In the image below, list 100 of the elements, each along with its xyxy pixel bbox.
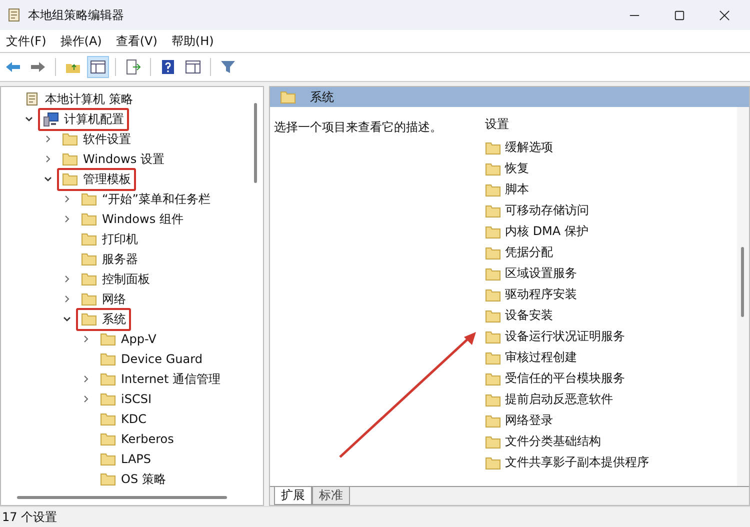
list-item[interactable]: 设备安装: [479, 305, 737, 326]
chevron-icon[interactable]: [24, 114, 34, 124]
tree-item[interactable]: LAPS: [95, 448, 156, 470]
export-icon: [125, 59, 141, 75]
folder-icon: [81, 271, 97, 287]
tree-item[interactable]: 控制面板: [76, 268, 155, 290]
chevron-icon[interactable]: [43, 174, 53, 184]
tree-item[interactable]: 打印机: [76, 228, 143, 250]
tree-item[interactable]: iSCSI: [95, 388, 156, 410]
folder-icon: [81, 291, 97, 307]
column-header[interactable]: 设置: [479, 107, 737, 137]
maximize-icon[interactable]: [674, 10, 685, 20]
chevron-icon[interactable]: [81, 334, 91, 344]
scrollbar[interactable]: [741, 247, 744, 317]
list-item[interactable]: 设备运行状况证明服务: [479, 326, 737, 347]
tree-item[interactable]: Device Guard: [95, 348, 208, 370]
folder-icon: [485, 454, 501, 470]
close-icon[interactable]: [719, 10, 730, 20]
chevron-icon[interactable]: [43, 134, 53, 144]
list-item[interactable]: 审核过程创建: [479, 347, 737, 368]
folder-icon: [485, 434, 501, 450]
tree-item[interactable]: Kerberos: [95, 428, 179, 450]
folder-icon: [81, 191, 97, 207]
folder-icon: [485, 244, 501, 260]
list-item[interactable]: 凭据分配: [479, 242, 737, 263]
list-item[interactable]: 提前启动反恶意软件: [479, 389, 737, 410]
pane-icon: [90, 59, 106, 75]
folder-icon: [485, 286, 501, 302]
folder-icon: [485, 160, 501, 176]
tree-item[interactable]: Windows 组件: [76, 208, 188, 230]
folder-icon: [62, 151, 78, 167]
list-item[interactable]: 内核 DMA 保护: [479, 221, 737, 242]
list-item[interactable]: 驱动程序安装: [479, 284, 737, 305]
tree-item[interactable]: 管理模板: [57, 168, 136, 190]
folder-icon: [100, 351, 116, 367]
folder-icon: [485, 224, 501, 240]
tree-item[interactable]: Windows 设置: [57, 148, 170, 170]
help-icon: [160, 59, 176, 75]
folder-icon: [100, 411, 116, 427]
tab[interactable]: 扩展: [274, 487, 312, 505]
tree-item[interactable]: Internet 通信管理: [95, 368, 226, 390]
tree-item[interactable]: 网络: [76, 288, 131, 310]
tab[interactable]: 标准: [312, 487, 350, 505]
tree-item[interactable]: 本地计算机 策略: [19, 88, 138, 110]
list-item[interactable]: 可移动存储访问: [479, 200, 737, 221]
folder-icon: [485, 308, 501, 324]
tree-item[interactable]: 服务器: [76, 248, 143, 270]
menu-item[interactable]: 帮助(H): [171, 32, 214, 50]
list-item[interactable]: 文件分类基础结构: [479, 431, 737, 452]
folder-icon: [485, 412, 501, 428]
right-arrow-icon: [30, 59, 46, 75]
description-text: 选择一个项目来查看它的描述。: [274, 120, 442, 134]
tree-item[interactable]: KDC: [95, 408, 152, 430]
folder-icon: [485, 370, 501, 386]
status-text: 17 个设置: [2, 508, 58, 526]
tree-item[interactable]: 软件设置: [57, 128, 136, 150]
menu-item[interactable]: 文件(F): [6, 32, 46, 50]
chevron-icon[interactable]: [62, 314, 72, 324]
list-item[interactable]: 区域设置服务: [479, 263, 737, 284]
list-item[interactable]: 受信任的平台模块服务: [479, 368, 737, 389]
folder-icon: [100, 431, 116, 447]
chevron-icon[interactable]: [62, 214, 72, 224]
list-item[interactable]: 脚本: [479, 179, 737, 200]
folder-icon: [100, 451, 116, 467]
folder-icon: [485, 392, 501, 408]
list-item[interactable]: 恢复: [479, 158, 737, 179]
folder-icon: [81, 211, 97, 227]
tree-item[interactable]: 系统: [76, 308, 131, 330]
tree-item[interactable]: OS 策略: [95, 468, 171, 490]
folder-icon: [81, 251, 97, 267]
chevron-icon[interactable]: [43, 154, 53, 164]
menu-item[interactable]: 操作(A): [60, 32, 102, 50]
chevron-icon[interactable]: [62, 194, 72, 204]
show-tree-button[interactable]: [87, 56, 109, 78]
scrollbar[interactable]: [254, 103, 257, 183]
folder-icon: [280, 89, 296, 105]
list-item[interactable]: 网络登录: [479, 410, 737, 431]
folder-icon: [81, 311, 97, 327]
folder-icon: [81, 231, 97, 247]
chevron-icon[interactable]: [81, 374, 91, 384]
chevron-icon[interactable]: [81, 394, 91, 404]
list-item[interactable]: 缓解选项: [479, 137, 737, 158]
folder-icon: [62, 131, 78, 147]
folder-icon: [485, 266, 501, 282]
chevron-icon[interactable]: [62, 274, 72, 284]
folder-icon: [100, 391, 116, 407]
folder-icon: [485, 202, 501, 218]
list-item[interactable]: 文件共享影子副本提供程序: [479, 452, 737, 473]
menu-item[interactable]: 查看(V): [116, 32, 158, 50]
tree-item[interactable]: App-V: [95, 328, 162, 350]
chevron-icon[interactable]: [62, 294, 72, 304]
folder-icon: [100, 331, 116, 347]
folder-icon: [100, 471, 116, 487]
folder-icon: [485, 182, 501, 198]
tree-item[interactable]: “开始”菜单和任务栏: [76, 188, 216, 210]
tree-item[interactable]: 计算机配置: [38, 108, 129, 130]
left-arrow-icon: [5, 59, 21, 75]
scrollbar[interactable]: [17, 496, 227, 499]
document-icon: [24, 91, 40, 107]
pane-icon: [185, 59, 201, 75]
